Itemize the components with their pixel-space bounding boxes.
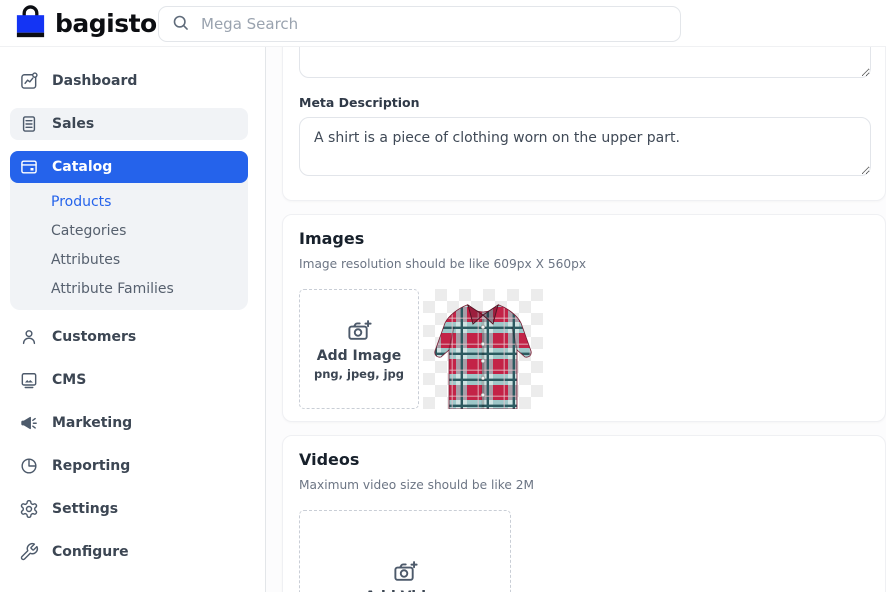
sidebar-item-label: Sales	[52, 116, 94, 132]
cms-icon	[19, 370, 39, 390]
sidebar-item-label: Reporting	[52, 458, 130, 474]
images-title: Images	[299, 228, 869, 250]
catalog-icon	[19, 157, 39, 177]
images-card: Images Image resolution should be like 6…	[282, 214, 886, 422]
sidebar-group-catalog: Catalog ProductsCategoriesAttributesAttri…	[10, 151, 248, 310]
sidebar-item-settings[interactable]: Settings	[10, 493, 248, 525]
sidebar-item-catalog[interactable]: Catalog	[10, 151, 248, 183]
videos-hint: Maximum video size should be like 2M	[299, 478, 869, 492]
brand-logo[interactable]: bagisto	[13, 3, 157, 44]
marketing-icon	[19, 413, 39, 433]
search-input[interactable]	[199, 14, 668, 34]
main-content: Meta Description Images Image resolution…	[266, 47, 886, 592]
search-icon	[171, 13, 190, 36]
sidebar: DashboardSalesCatalogProductsCategoriesA…	[0, 47, 266, 592]
sidebar-item-label: CMS	[52, 372, 86, 388]
videos-title: Videos	[299, 449, 869, 471]
sidebar-item-cms[interactable]: CMS	[10, 364, 248, 396]
camera-plus-icon	[346, 318, 373, 345]
meta-description-label: Meta Description	[299, 95, 869, 110]
videos-card: Videos Maximum video size should be like…	[282, 435, 886, 592]
sidebar-item-label: Settings	[52, 501, 118, 517]
sidebar-item-reporting[interactable]: Reporting	[10, 450, 248, 482]
sidebar-subitem-attributes[interactable]: Attributes	[10, 245, 248, 274]
sidebar-subitem-categories[interactable]: Categories	[10, 216, 248, 245]
mega-search-box[interactable]	[158, 6, 681, 42]
sidebar-item-label: Dashboard	[52, 73, 137, 89]
dashboard-icon	[19, 71, 39, 91]
product-image-thumbnail[interactable]	[423, 289, 543, 409]
sidebar-item-configure[interactable]: Configure	[10, 536, 248, 568]
meta-description-textarea[interactable]	[299, 117, 871, 176]
plaid-shirt-image	[423, 289, 543, 409]
sidebar-submenu: ProductsCategoriesAttributesAttribute Fa…	[10, 183, 248, 303]
images-row: Add Image png, jpeg, jpg	[299, 289, 869, 409]
sidebar-item-label: Catalog	[52, 159, 112, 175]
sidebar-nav: DashboardSalesCatalogProductsCategoriesA…	[0, 65, 265, 568]
camera-plus-icon	[392, 559, 419, 586]
description-textarea[interactable]	[299, 47, 871, 78]
top-header: bagisto	[0, 0, 886, 47]
bagisto-bag-icon	[13, 3, 48, 44]
sidebar-item-label: Configure	[52, 544, 129, 560]
sidebar-item-marketing[interactable]: Marketing	[10, 407, 248, 439]
description-card: Meta Description	[282, 47, 886, 201]
add-image-formats: png, jpeg, jpg	[314, 367, 404, 381]
brand-name: bagisto	[55, 11, 157, 36]
images-hint: Image resolution should be like 609px X …	[299, 257, 869, 271]
sidebar-item-sales[interactable]: Sales	[10, 108, 248, 140]
videos-row: Add Video mp4, webm, mkv	[299, 510, 869, 592]
add-video-label: Add Video	[365, 589, 445, 592]
sidebar-item-customers[interactable]: Customers	[10, 321, 248, 353]
add-video-button[interactable]: Add Video mp4, webm, mkv	[299, 510, 511, 592]
add-image-label: Add Image	[317, 348, 402, 364]
customers-icon	[19, 327, 39, 347]
sidebar-subitem-products[interactable]: Products	[10, 187, 248, 216]
configure-icon	[19, 542, 39, 562]
settings-icon	[19, 499, 39, 519]
sidebar-subitem-attribute-families[interactable]: Attribute Families	[10, 274, 248, 303]
sidebar-item-label: Marketing	[52, 415, 132, 431]
add-image-button[interactable]: Add Image png, jpeg, jpg	[299, 289, 419, 409]
sidebar-item-label: Customers	[52, 329, 136, 345]
reporting-icon	[19, 456, 39, 476]
sidebar-item-dashboard[interactable]: Dashboard	[10, 65, 248, 97]
sales-icon	[19, 114, 39, 134]
